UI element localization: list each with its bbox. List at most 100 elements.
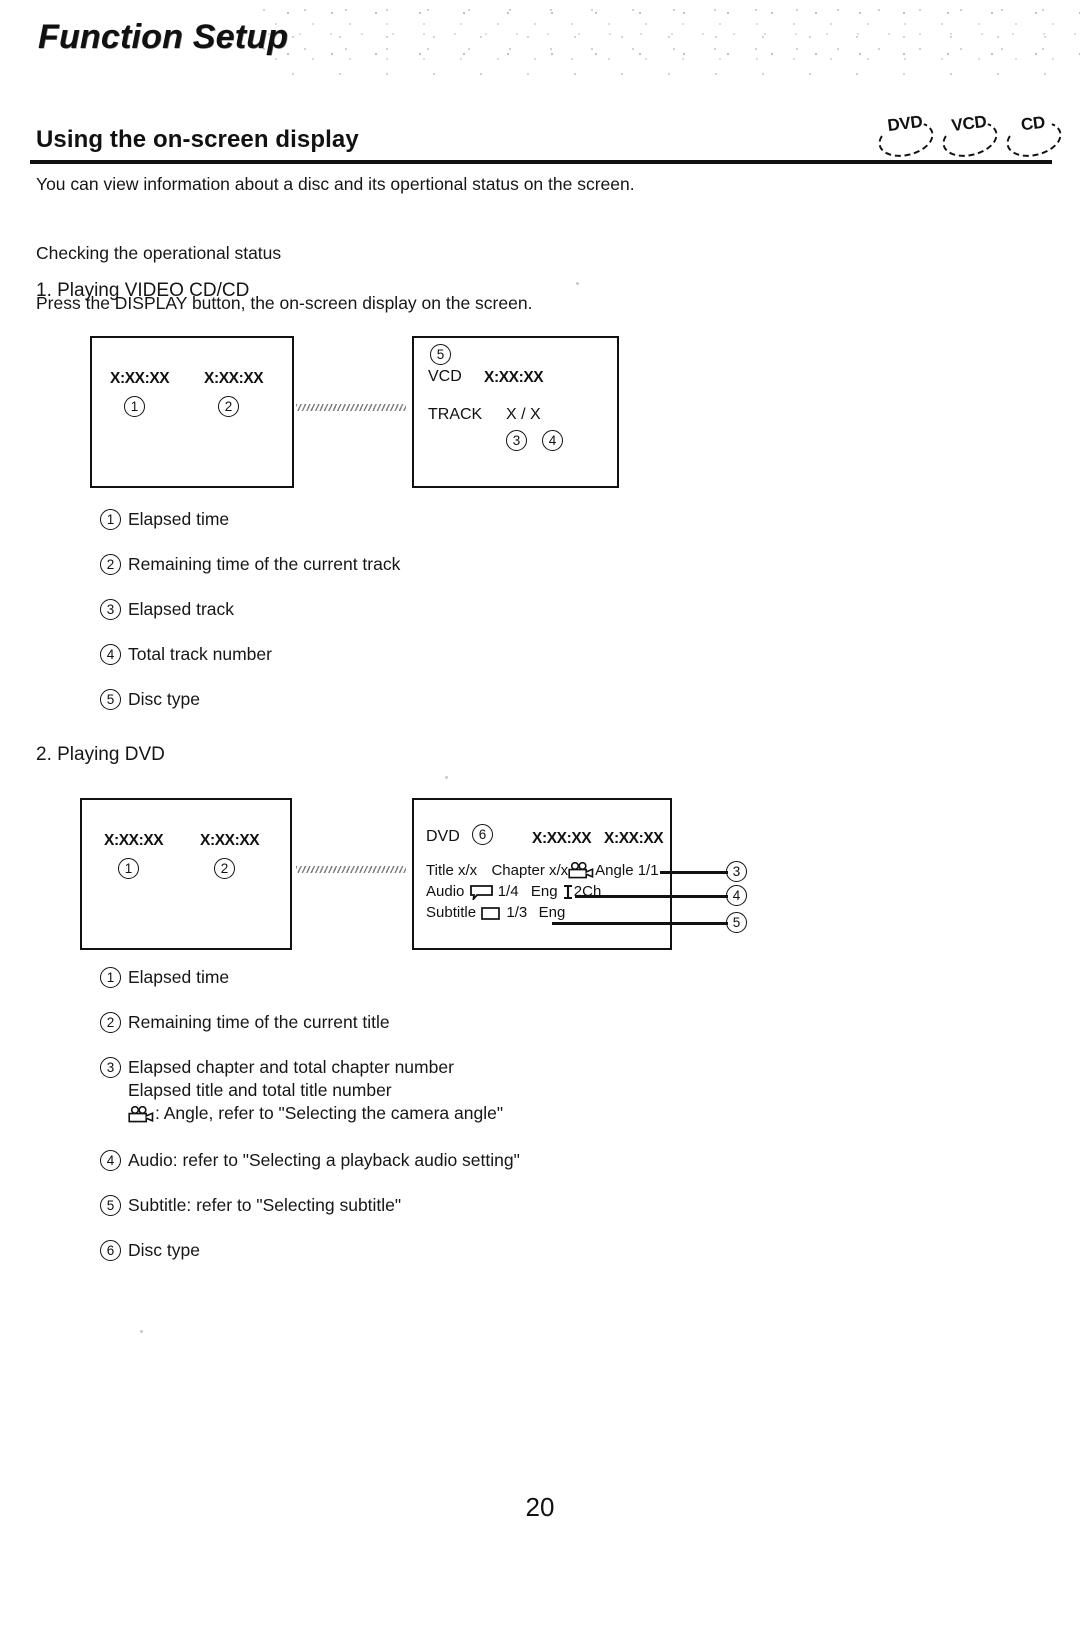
remaining-time-value: X:XX:XX: [204, 370, 264, 387]
legend-item: 5 Disc type: [100, 688, 400, 711]
legend-marker: 6: [100, 1240, 121, 1261]
title-value: Title x/x: [426, 862, 478, 879]
legend-marker: 3: [100, 1057, 121, 1078]
marker-1: 1: [118, 858, 139, 879]
legend-item: 2 Remaining time of the current title: [100, 1011, 520, 1034]
audio-row: Audio 1/4 Eng 2Ch: [426, 883, 601, 904]
step-1-heading: 1. Playing VIDEO CD/CD: [36, 280, 250, 301]
legend-text: Subtitle: refer to "Selecting subtitle": [128, 1195, 402, 1215]
step-2-legend: 1 Elapsed time 2 Remaining time of the c…: [100, 966, 520, 1284]
legend-item: 6 Disc type: [100, 1239, 520, 1262]
marker-6: 6: [472, 824, 493, 845]
connector-arrow-2: [296, 866, 406, 873]
disc-type-value: DVD: [426, 828, 460, 845]
intro-paragraph: You can view information about a disc an…: [36, 174, 635, 194]
legend-item: 4 Total track number: [100, 643, 400, 666]
legend-item: 5 Subtitle: refer to "Selecting subtitle…: [100, 1194, 520, 1217]
chapter-value: Chapter x/x: [491, 862, 569, 879]
heading-divider: [30, 160, 1052, 164]
disc-type-badges: DVD VCD CD: [874, 110, 1066, 163]
legend-text: Audio: refer to "Selecting a playback au…: [128, 1150, 520, 1170]
connector-arrow-1: [296, 404, 406, 411]
elapsed-time-value: X:XX:XX: [110, 370, 170, 387]
audio-channel-icon: [562, 884, 574, 904]
legend-text: Elapsed chapter and total chapter number: [128, 1057, 454, 1077]
legend-marker: 4: [100, 1150, 121, 1171]
callout-marker-5: 5: [726, 912, 747, 933]
checking-status-line-1: Checking the operational status: [36, 243, 282, 263]
legend-text: Disc type: [128, 689, 200, 709]
legend-subline-title: Elapsed title and total title number: [128, 1080, 392, 1100]
step-1-legend: 1 Elapsed time 2 Remaining time of the c…: [100, 508, 400, 733]
callout-marker-3: 3: [726, 861, 747, 882]
callout-leader-3: [660, 871, 728, 874]
header-texture: [260, 4, 1080, 76]
audio-label: Audio: [426, 883, 465, 900]
audio-track-value: 1/4: [497, 883, 519, 900]
legend-text: Elapsed track: [128, 599, 235, 619]
legend-item: 3 Elapsed track: [100, 598, 400, 621]
callout-marker-4-wrap: 4: [726, 885, 747, 906]
marker-6-wrap: 6: [472, 824, 493, 845]
legend-marker: 3: [100, 599, 121, 620]
legend-marker: 1: [100, 967, 121, 988]
subtitle-row: Subtitle 1/3 Eng: [426, 904, 565, 925]
scan-speck: [576, 282, 579, 285]
legend-item: 1 Elapsed time: [100, 966, 520, 989]
marker-1-wrap: 1: [124, 396, 145, 417]
scan-speck: [445, 776, 448, 779]
audio-speech-icon: [469, 884, 494, 904]
legend-item: 4 Audio: refer to "Selecting a playback …: [100, 1149, 520, 1172]
marker-2-wrap: 2: [218, 396, 239, 417]
marker-2: 2: [218, 396, 239, 417]
page-number: 20: [525, 1492, 555, 1522]
title-chapter-angle-row: Title x/x Chapter x/x Angle 1/1: [426, 861, 659, 883]
page-header: Function Setup: [0, 0, 1080, 92]
legend-marker: 4: [100, 644, 121, 665]
elapsed-time-value: X:XX:XX: [532, 830, 592, 847]
disc-badge-vcd: VCD: [938, 110, 1002, 163]
current-time-value: X:XX:XX: [484, 369, 544, 386]
disc-type-value: VCD: [428, 368, 462, 385]
marker-1-wrap: 1: [118, 858, 139, 879]
legend-angle-text: : Angle, refer to "Selecting the camera …: [155, 1103, 504, 1123]
track-label: TRACK: [428, 406, 483, 423]
callout-leader-5: [552, 922, 728, 925]
callout-leader-4: [575, 895, 728, 898]
legend-item: 1 Elapsed time: [100, 508, 400, 531]
subtitle-box-icon: [480, 906, 502, 925]
marker-3-wrap: 3: [506, 430, 527, 451]
legend-marker: 1: [100, 509, 121, 530]
legend-text: Remaining time of the current track: [128, 554, 401, 574]
osd-panel-vcd-right: 5 VCD X:XX:XX TRACK X / X 3 4: [412, 336, 619, 488]
remaining-time-value: X:XX:XX: [200, 832, 260, 849]
legend-text: Remaining time of the current title: [128, 1012, 390, 1032]
callout-marker-5-wrap: 5: [726, 912, 747, 933]
marker-5-wrap: 5: [430, 344, 451, 365]
osd-panel-vcd-left: X:XX:XX X:XX:XX 1 2: [90, 336, 294, 488]
legend-marker: 5: [100, 1195, 121, 1216]
callout-marker-4: 4: [726, 885, 747, 906]
osd-panel-dvd-right: DVD 6 X:XX:XX X:XX:XX Title x/x Chapter …: [412, 798, 672, 950]
running-title: Function Setup: [38, 18, 289, 56]
legend-marker: 2: [100, 554, 121, 575]
marker-4: 4: [542, 430, 563, 451]
legend-text-block: Elapsed chapter and total chapter number…: [128, 1056, 503, 1129]
angle-value: Angle 1/1: [595, 862, 659, 879]
legend-marker: 2: [100, 1012, 121, 1033]
marker-3: 3: [506, 430, 527, 451]
marker-2: 2: [214, 858, 235, 879]
legend-text: Elapsed time: [128, 509, 230, 529]
section-heading: Using the on-screen display: [36, 126, 359, 153]
legend-item: 3 Elapsed chapter and total chapter numb…: [100, 1056, 520, 1129]
subtitle-track-value: 1/3: [506, 904, 528, 921]
marker-4-wrap: 4: [542, 430, 563, 451]
marker-1: 1: [124, 396, 145, 417]
legend-subline-angle: : Angle, refer to "Selecting the camera …: [128, 1102, 503, 1129]
callout-marker-3-wrap: 3: [726, 861, 747, 882]
manual-page: Function Setup Using the on-screen displ…: [0, 0, 1080, 1636]
camera-angle-icon: [128, 1105, 155, 1129]
disc-badge-cd: CD: [1002, 110, 1066, 163]
legend-marker: 5: [100, 689, 121, 710]
legend-text: Disc type: [128, 1240, 200, 1260]
